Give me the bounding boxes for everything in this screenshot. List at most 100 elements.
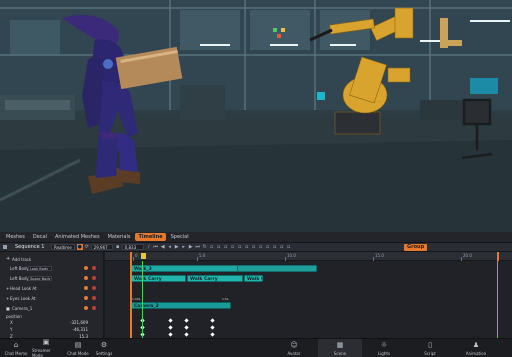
tool-icon-7[interactable]: ▫ [251, 244, 257, 250]
tool-icon-8[interactable]: ▫ [258, 244, 264, 250]
tool-icon-11[interactable]: ▫ [279, 244, 285, 250]
tool-icon-1[interactable]: ▫ [209, 244, 215, 250]
3d-viewport[interactable] [0, 0, 512, 232]
nav-label: Script [424, 350, 436, 356]
keyframe[interactable] [210, 332, 215, 337]
record-track-icon[interactable] [84, 286, 88, 290]
playhead-marker[interactable] [141, 253, 146, 259]
track-row[interactable]: Left Body Space Body [0, 274, 104, 282]
step-back-icon[interactable]: ◂ [167, 244, 173, 250]
sequence-list-icon[interactable] [3, 245, 7, 249]
keyframe[interactable] [184, 325, 189, 330]
keyframe[interactable] [168, 318, 173, 323]
tool-icon-3[interactable]: ▫ [223, 244, 229, 250]
keyframe[interactable] [168, 332, 173, 337]
tool-icon-12[interactable]: ▫ [286, 244, 292, 250]
animation-clip[interactable]: Walk Carry [131, 275, 186, 282]
record-track-icon[interactable] [84, 296, 88, 300]
animation-clip[interactable]: Walk Carry [187, 275, 243, 282]
nav-animation[interactable]: ♟ Animation [462, 339, 490, 357]
sync-icon[interactable]: ⟳ [84, 244, 90, 250]
track-row[interactable]: Left Body Look Body [0, 264, 104, 272]
keyframe[interactable] [184, 318, 189, 323]
record-track-icon[interactable] [84, 266, 88, 270]
range-end-marker[interactable] [497, 252, 499, 261]
track-animation-select[interactable]: Space Body [28, 275, 52, 281]
playhead-line[interactable] [142, 261, 143, 338]
nav-label: Streamer Mode [32, 348, 51, 357]
nav-streamer-mode[interactable]: ▣ Streamer Mode [32, 339, 60, 357]
track-row[interactable]: + Eyes Look At [0, 294, 104, 302]
next-key-icon[interactable]: ▶ [188, 244, 194, 250]
animation-clip[interactable]: Walk_3 [131, 265, 239, 272]
tab-decal[interactable]: Decal [30, 233, 50, 241]
time-mode-select[interactable]: Realtime [51, 244, 75, 250]
light-icon: ☼ [380, 340, 388, 349]
range-start-marker[interactable] [130, 252, 132, 338]
animation-clip-tail[interactable] [237, 265, 317, 272]
tab-materials[interactable]: Materials [105, 233, 134, 241]
animation-clip[interactable]: Walk Ca [244, 275, 263, 282]
tool-icon-2[interactable]: ▫ [216, 244, 222, 250]
property-value[interactable]: -321,609 [60, 320, 88, 325]
remove-track-icon[interactable] [92, 296, 96, 300]
nav-label: Chat Memo [4, 350, 28, 356]
ruler-tick [373, 257, 374, 261]
link-icon[interactable]: ∕ [146, 244, 152, 250]
track-row[interactable]: + Head Look At [0, 284, 104, 292]
end-marker-line[interactable] [497, 261, 498, 338]
animation-icon: ♟ [472, 340, 480, 349]
streamer-icon: ▣ [42, 338, 50, 346]
nav-avatar[interactable]: ☺ Avatar [282, 339, 306, 357]
remove-track-icon[interactable] [92, 306, 96, 310]
time-ruler[interactable]: 0 5.0 10.0 15.0 20.0 [105, 252, 512, 261]
tool-icon-6[interactable]: ▫ [244, 244, 250, 250]
nav-script[interactable]: ▯ Script [418, 339, 442, 357]
nav-settings[interactable]: ⚙ Settings [92, 339, 116, 357]
current-time-field[interactable]: 29,967 [90, 244, 113, 250]
nav-label: Animation [465, 350, 487, 356]
tool-icon-5[interactable]: ▫ [237, 244, 243, 250]
add-track-row[interactable]: + Add track [0, 255, 104, 263]
plus-icon[interactable]: + [6, 286, 9, 291]
step-forward-icon[interactable]: ▸ [181, 244, 187, 250]
prev-key-icon[interactable]: ◀ [160, 244, 166, 250]
keyframe[interactable] [168, 325, 173, 330]
loop-icon[interactable]: ↻ [202, 244, 208, 250]
tool-icon-4[interactable]: ▫ [230, 244, 236, 250]
duration-field[interactable]: 0,833 [121, 244, 144, 250]
track-row[interactable]: ■ Camera_1 [0, 304, 104, 312]
keyframe[interactable] [210, 325, 215, 330]
tab-timeline[interactable]: Timeline [135, 233, 166, 241]
script-icon: ▯ [428, 340, 432, 349]
remove-track-icon[interactable] [92, 286, 96, 290]
play-icon[interactable]: ▶ [174, 244, 180, 250]
camera-clip[interactable]: Camera_2 [131, 302, 231, 309]
group-button[interactable]: Group [404, 244, 428, 251]
keyframe[interactable] [210, 318, 215, 323]
nav-chat-memo[interactable]: ⌂ Chat Memo [2, 339, 30, 357]
go-start-icon[interactable]: ⏮ [153, 244, 159, 250]
keyframe[interactable] [184, 332, 189, 337]
tool-icon-10[interactable]: ▫ [272, 244, 278, 250]
record-track-icon[interactable] [84, 276, 88, 280]
lock-icon[interactable]: ▪ [115, 244, 121, 250]
tab-meshes[interactable]: Meshes [3, 233, 28, 241]
nav-lights[interactable]: ☼ Lights [372, 339, 396, 357]
track-animation-select[interactable]: Look Body [28, 265, 52, 271]
record-track-icon[interactable] [84, 306, 88, 310]
sequence-name[interactable]: Sequence 1 [15, 244, 51, 250]
property-value[interactable]: -46,311 [60, 327, 88, 332]
remove-track-icon[interactable] [92, 276, 96, 280]
nav-scene[interactable]: ▦ Scene [318, 339, 362, 357]
timeline-area[interactable]: 0 5.0 10.0 15.0 20.0 Walk_3 Walk Carry W… [105, 252, 512, 338]
record-icon[interactable]: ● [76, 244, 83, 250]
remove-track-icon[interactable] [92, 266, 96, 270]
nav-chat-mode[interactable]: ▤ Chat Mode [64, 339, 92, 357]
tab-animated-meshes[interactable]: Animated Meshes [52, 233, 103, 241]
go-end-icon[interactable]: ⏭ [195, 244, 201, 250]
plus-icon[interactable]: + [6, 296, 9, 301]
tab-special[interactable]: Special [168, 233, 192, 241]
camera-clip-end: 1:5s [222, 297, 229, 301]
tool-icon-9[interactable]: ▫ [265, 244, 271, 250]
